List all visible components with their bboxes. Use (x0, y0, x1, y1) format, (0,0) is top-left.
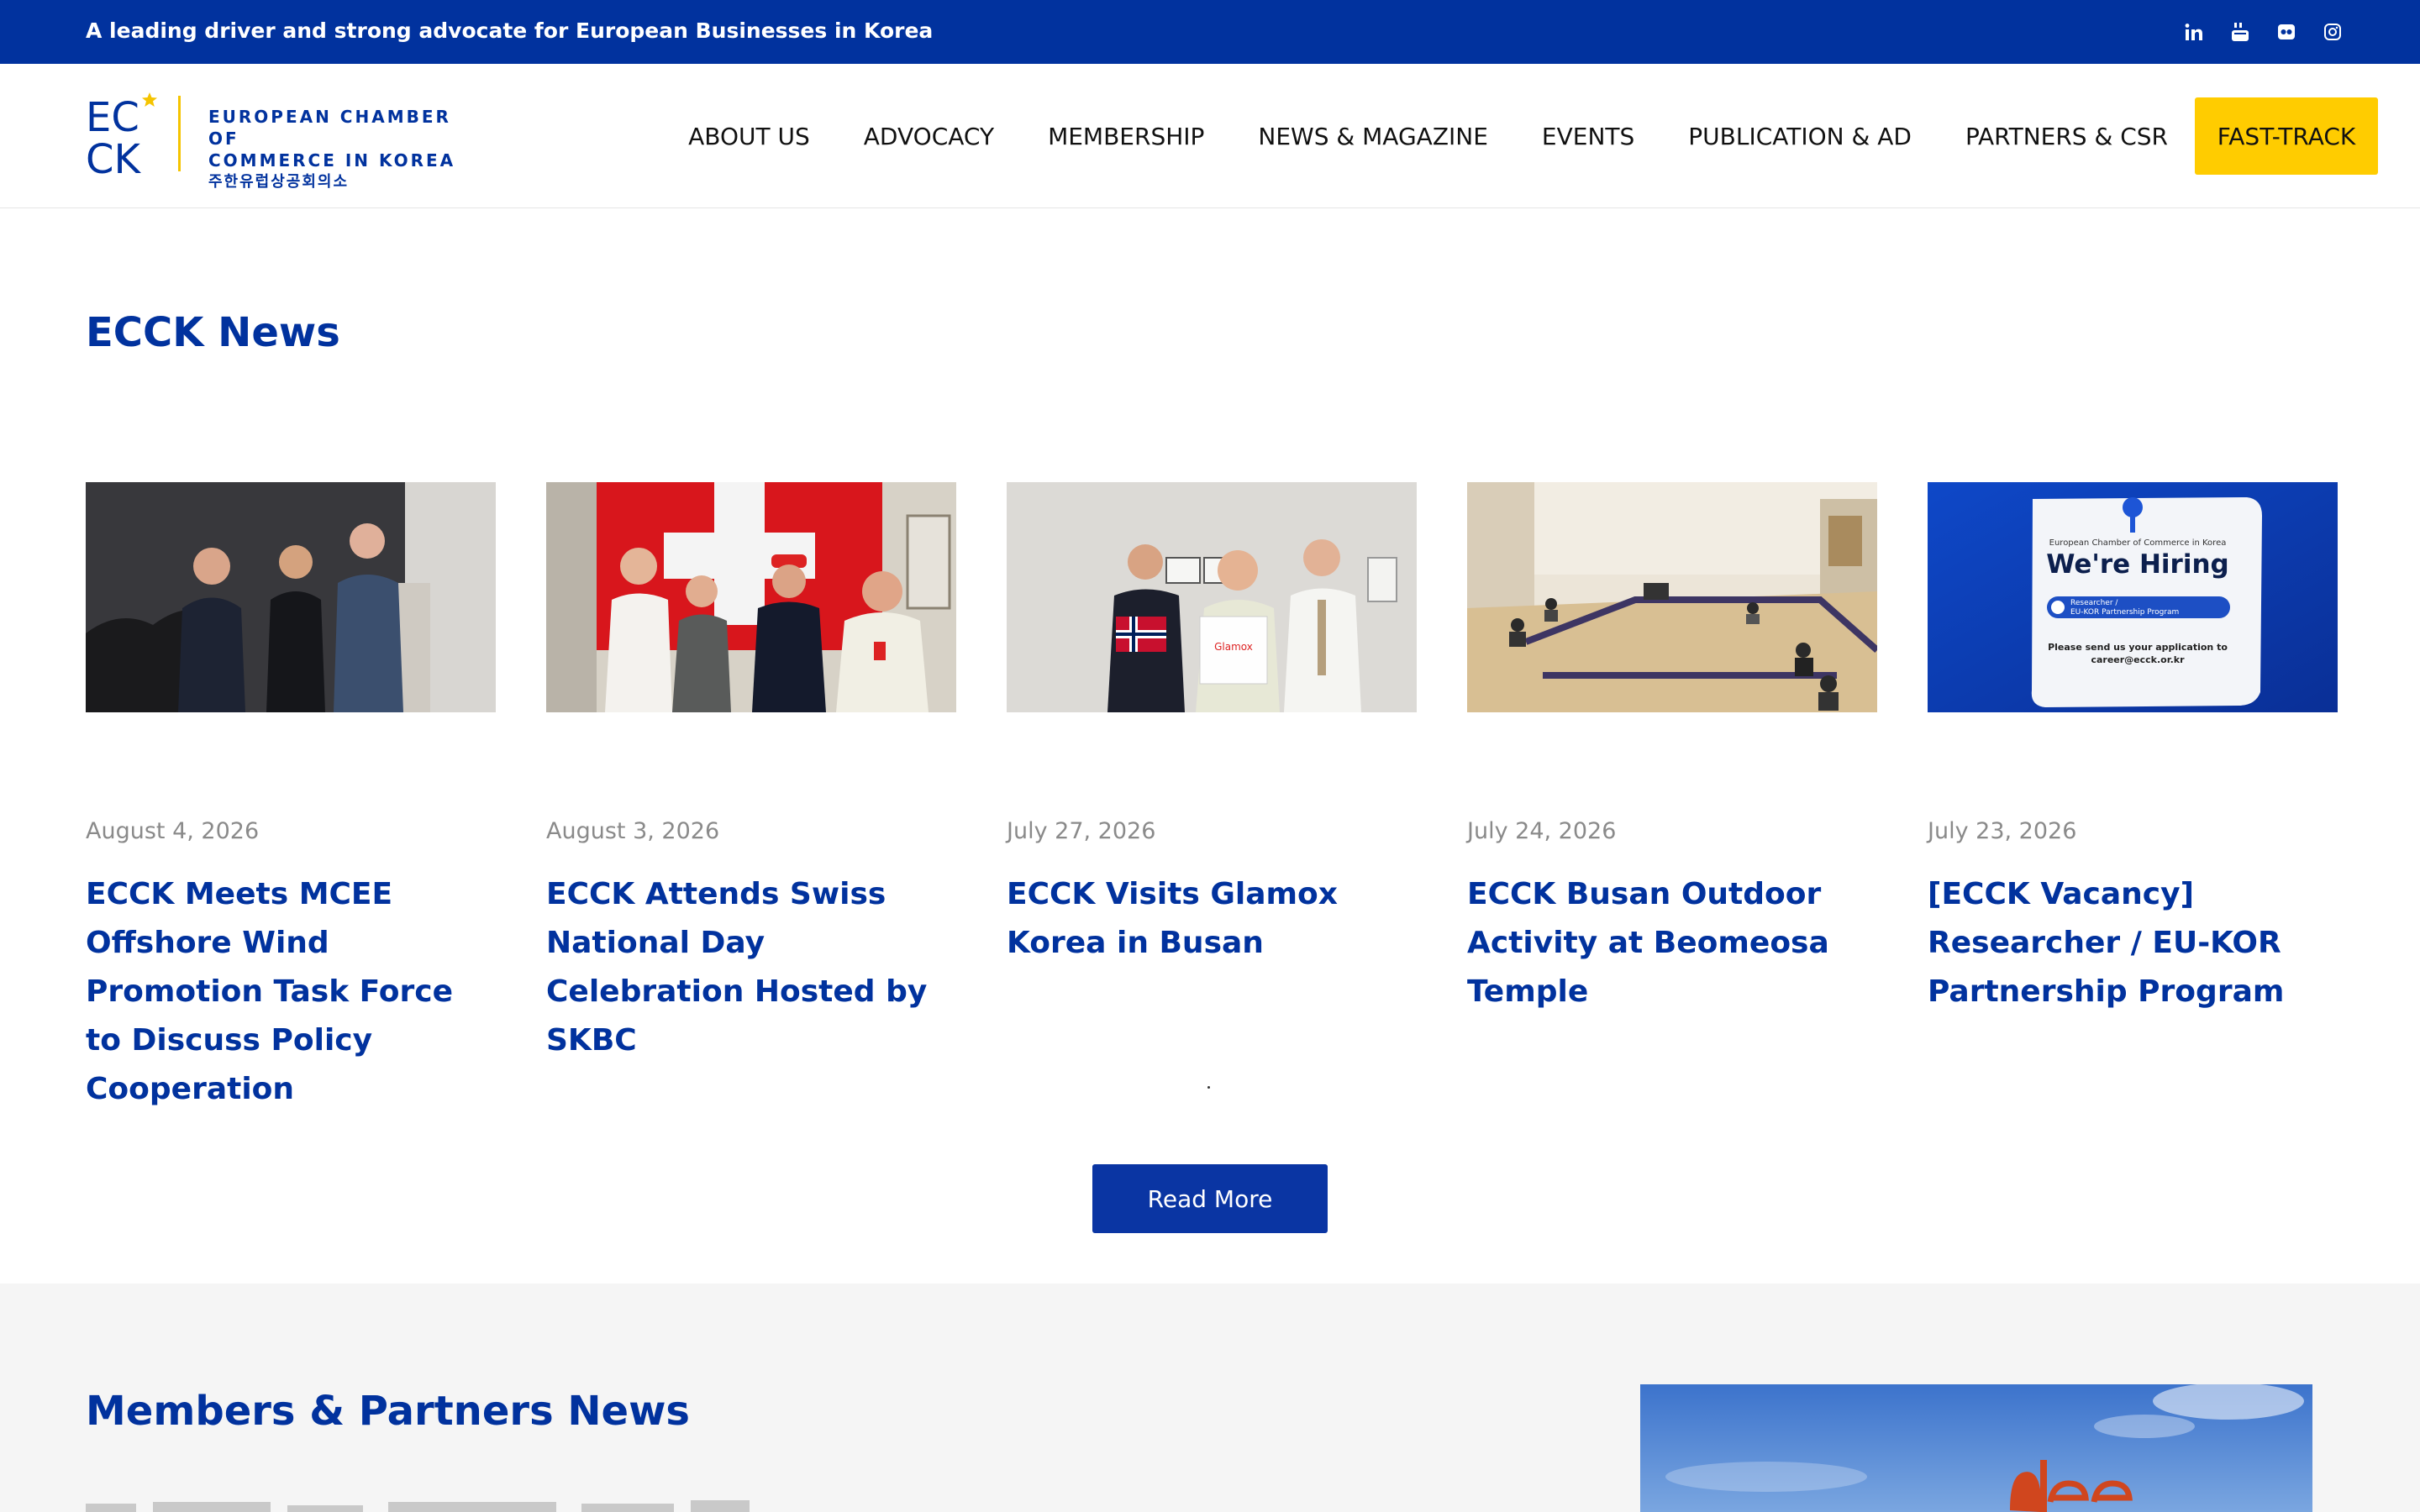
nav-advocacy[interactable]: ADVOCACY (864, 123, 994, 150)
youtube-icon[interactable] (2230, 22, 2250, 42)
main-nav: ABOUT US ADVOCACY MEMBERSHIP NEWS & MAGA… (634, 97, 2378, 175)
tagline: A leading driver and strong advocate for… (86, 18, 934, 43)
svg-text:CK: CK (86, 136, 142, 181)
read-more-button[interactable]: Read More (1092, 1164, 1328, 1233)
svg-text:EU-KOR Partnership Program: EU-KOR Partnership Program (2070, 608, 2179, 617)
ecck-logo[interactable]: EC CK EUROPEAN CHAMBER OF COMMERCE IN KO… (86, 89, 481, 191)
news-card[interactable]: July 24, 2026 ECCK Busan Outdoor Activit… (1467, 482, 1877, 1009)
svg-text:Please send us your applicatio: Please send us your application to (2048, 642, 2228, 653)
nav-partners-csr[interactable]: PARTNERS & CSR (1965, 123, 2168, 150)
news-card-headline[interactable]: ECCK Attends Swiss National Day Celebrat… (546, 870, 956, 1065)
site-header: EC CK EUROPEAN CHAMBER OF COMMERCE IN KO… (0, 64, 2420, 208)
ecck-news-cards: August 4, 2026 ECCK Meets MCEE Offshore … (86, 482, 2343, 1106)
news-card-image[interactable] (546, 482, 956, 712)
news-card-image[interactable] (1467, 482, 1877, 712)
news-card-headline[interactable]: ECCK Visits Glamox Korea in Busan (1007, 870, 1417, 968)
social-links (2184, 0, 2343, 64)
news-card-headline[interactable]: ECCK Meets MCEE Offshore Wind Promotion … (86, 870, 496, 1114)
news-card-date: July 27, 2026 (1007, 818, 1156, 844)
fast-track-button[interactable]: FAST-TRACK (2195, 97, 2378, 175)
news-card-image[interactable]: Glamox (1007, 482, 1417, 712)
ecck-news-title: ECCK News (86, 309, 340, 356)
instagram-icon[interactable] (2323, 22, 2343, 42)
carousel-indicator (1207, 1086, 1210, 1089)
svg-text:career@ecck.or.kr: career@ecck.or.kr (2091, 654, 2185, 665)
news-card-date: July 23, 2026 (1928, 818, 2077, 844)
svg-text:We're Hiring: We're Hiring (2046, 549, 2228, 580)
news-card-date: August 3, 2026 (546, 818, 720, 844)
flickr-icon[interactable] (2276, 22, 2296, 42)
news-card-image[interactable]: European Chamber of Commerce in Korea We… (1928, 482, 2338, 712)
linkedin-icon[interactable] (2184, 22, 2204, 42)
nav-news-magazine[interactable]: NEWS & MAGAZINE (1258, 123, 1487, 150)
news-card[interactable]: August 4, 2026 ECCK Meets MCEE Offshore … (86, 482, 496, 1106)
logo-mark: EC CK (86, 92, 157, 181)
logo-line-2: COMMERCE IN KOREA (208, 150, 456, 171)
news-card[interactable]: August 3, 2026 ECCK Attends Swiss Nation… (546, 482, 956, 1058)
logo-divider (178, 96, 181, 171)
svg-text:European Chamber of Commerce i: European Chamber of Commerce in Korea (2049, 538, 2227, 548)
nav-publication-ad[interactable]: PUBLICATION & AD (1688, 123, 1912, 150)
members-news-title: Members & Partners News (86, 1388, 690, 1435)
logo-text: EUROPEAN CHAMBER OF COMMERCE IN KOREA 주한… (208, 106, 481, 193)
logo-line-korean: 주한유럽상공회의소 (208, 173, 350, 191)
news-card-image[interactable] (86, 482, 496, 712)
svg-text:EC: EC (86, 94, 139, 141)
nav-about-us[interactable]: ABOUT US (688, 123, 810, 150)
nav-events[interactable]: EVENTS (1542, 123, 1634, 150)
news-card-headline[interactable]: ECCK Busan Outdoor Activity at Beomeosa … (1467, 870, 1877, 1016)
news-card[interactable]: Glamox July 27, 2026 ECCK Visits Glamox … (1007, 482, 1417, 960)
top-bar: A leading driver and strong advocate for… (0, 0, 2420, 64)
svg-text:Glamox: Glamox (1214, 641, 1253, 653)
news-card[interactable]: European Chamber of Commerce in Korea We… (1928, 482, 2338, 1009)
svg-text:Researcher /: Researcher / (2070, 599, 2118, 607)
news-card-headline[interactable]: [ECCK Vacancy] Researcher / EU-KOR Partn… (1928, 870, 2338, 1016)
members-news-partial-text (86, 1500, 750, 1512)
logo-line-1: EUROPEAN CHAMBER OF (208, 107, 451, 149)
news-card-date: August 4, 2026 (86, 818, 260, 844)
nav-membership[interactable]: MEMBERSHIP (1048, 123, 1204, 150)
news-card-date: July 24, 2026 (1467, 818, 1617, 844)
members-promo-image[interactable] (1640, 1384, 2312, 1512)
